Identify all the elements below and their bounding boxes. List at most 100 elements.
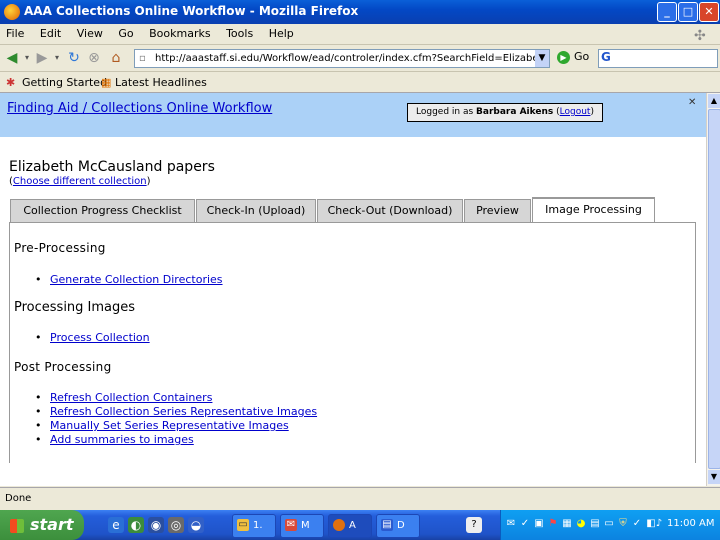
tab-image-processing[interactable]: Image Processing [532,197,655,223]
volume-icon[interactable]: ♪ [653,518,665,530]
quicklaunch-app-icon[interactable]: ◒ [188,517,204,533]
quicklaunch-app-icon[interactable]: ◐ [128,517,144,533]
media-icon[interactable]: ◉ [148,517,164,533]
list-item: Process Collection [32,331,150,345]
firefox-task-icon [333,519,345,531]
throbber-icon: ✣ [694,28,706,44]
go-icon: ▶ [557,50,570,64]
firefox-icon [4,4,20,20]
menu-view[interactable]: View [71,24,109,43]
task-label: D [397,520,405,531]
processing-images-links: Process Collection [32,331,150,345]
generate-collection-directories-link[interactable]: Generate Collection Directories [50,273,223,286]
page-content: Finding Aid / Collections Online Workflo… [0,93,706,486]
tray-security-icon[interactable]: ⛨ [617,518,629,530]
back-dropdown-icon[interactable]: ▾ [22,49,32,67]
tray-monitor-icon[interactable]: ▭ [603,518,615,530]
logout-close-paren: ) [590,107,594,117]
bookmark-latest-headlines[interactable]: Latest Headlines [115,76,207,89]
login-info: Logged in as Barbara Aikens (Logout) [407,103,603,122]
tab-check-out-download[interactable]: Check-Out (Download) [317,199,463,223]
post-processing-links: Refresh Collection Containers Refresh Co… [32,391,317,447]
task-label: 1. [253,520,263,531]
task-firefox[interactable]: A [328,514,372,538]
tray-check-icon[interactable]: ✓ [519,518,531,530]
header-close-icon[interactable]: ✕ [688,97,696,108]
tray-app-icon[interactable]: ▦ [561,518,573,530]
minimize-button[interactable]: _ [657,2,677,22]
maximize-button[interactable]: □ [678,2,698,22]
list-item: Refresh Collection Series Representative… [32,405,317,419]
tray-network-icon[interactable]: ▣ [533,518,545,530]
tray-check-icon[interactable]: ✓ [631,518,643,530]
menu-bookmarks[interactable]: Bookmarks [143,24,216,43]
change-close-paren: ) [146,176,151,187]
scroll-down-icon[interactable]: ▼ [708,470,720,484]
tab-panel: Pre-Processing Generate Collection Direc… [9,222,696,463]
task-label: A [349,520,356,531]
page-header-title[interactable]: Finding Aid / Collections Online Workflo… [7,101,272,116]
status-text: Done [5,493,32,504]
tray-printer-icon[interactable]: ▤ [589,518,601,530]
tab-preview[interactable]: Preview [464,199,531,223]
rss-icon: ▦ [101,76,112,89]
tab-collection-progress-checklist[interactable]: Collection Progress Checklist [10,199,195,223]
scroll-thumb[interactable] [708,109,720,469]
process-collection-link[interactable]: Process Collection [50,331,150,344]
scroll-up-icon[interactable]: ▲ [708,94,720,108]
url-dropdown-icon[interactable]: ▼ [535,50,549,67]
vertical-scrollbar[interactable]: ▲ ▼ [706,93,720,486]
task-mail[interactable]: ✉ M [280,514,324,538]
home-icon[interactable]: ⌂ [108,49,124,67]
login-user: Barbara Aikens [476,107,554,117]
refresh-series-representative-images-link[interactable]: Refresh Collection Series Representative… [50,405,317,418]
tab-check-in-upload[interactable]: Check-In (Upload) [196,199,316,223]
close-button[interactable]: ✕ [699,2,719,22]
search-input[interactable]: G [598,49,718,68]
list-item: Manually Set Series Representative Image… [32,419,317,433]
change-collection-link[interactable]: Choose different collection [13,176,147,187]
menu-tools[interactable]: Tools [220,24,259,43]
bookmarks-toolbar: ✱ Getting Started ▦ Latest Headlines [0,72,720,93]
reload-icon[interactable]: ↻ [66,49,82,67]
clock: 11:00 AM [667,518,715,529]
url-bar[interactable]: ▫ http://aaastaff.si.edu/Workflow/ead/con… [134,49,550,68]
bookmark-getting-started[interactable]: Getting Started [22,76,107,89]
menu-edit[interactable]: Edit [34,24,67,43]
system-tray: ✉ ✓ ▣ ⚑ ▦ ◕ ▤ ▭ ⛨ ✓ ◧ ♪ 11:00 AM [500,510,720,540]
windows-logo-icon [10,518,24,533]
pre-processing-links: Generate Collection Directories [32,273,223,287]
go-button[interactable]: ▶ Go [557,50,589,64]
task-label: M [301,520,310,531]
login-prefix: Logged in as [416,107,474,117]
tray-app-icon[interactable]: ◕ [575,518,587,530]
tray-mail-icon[interactable]: ✉ [505,518,517,530]
list-item: Add summaries to images [32,433,317,447]
forward-icon[interactable]: ▶ [34,49,50,67]
back-icon[interactable]: ◀ [4,49,20,67]
forward-dropdown-icon[interactable]: ▾ [52,49,62,67]
ie-icon[interactable]: e [108,517,124,533]
change-collection: (Choose different collection) [9,176,151,187]
start-button[interactable]: start [0,510,84,540]
manually-set-series-representative-images-link[interactable]: Manually Set Series Representative Image… [50,419,289,432]
logout-link[interactable]: Logout [560,107,591,117]
menu-bar: File Edit View Go Bookmarks Tools Help ✣ [0,24,720,45]
settings-icon[interactable]: ◎ [168,517,184,533]
url-text: http://aaastaff.si.edu/Workflow/ead/cont… [155,53,550,64]
window-titlebar[interactable]: AAA Collections Online Workflow - Mozill… [0,0,720,24]
section-heading-processing-images: Processing Images [14,300,136,315]
stop-icon[interactable]: ⊗ [86,49,102,67]
start-label: start [30,515,74,534]
help-icon[interactable]: ? [466,517,482,533]
page-header: Finding Aid / Collections Online Workflo… [0,93,706,137]
section-heading-post-processing: Post Processing [14,360,112,374]
tray-flag-icon[interactable]: ⚑ [547,518,559,530]
refresh-collection-containers-link[interactable]: Refresh Collection Containers [50,391,212,404]
menu-help[interactable]: Help [263,24,300,43]
add-summaries-to-images-link[interactable]: Add summaries to images [50,433,194,446]
task-folder[interactable]: ▭ 1. [232,514,276,538]
task-document[interactable]: ▤ D [376,514,420,538]
menu-file[interactable]: File [0,24,30,43]
menu-go[interactable]: Go [112,24,139,43]
